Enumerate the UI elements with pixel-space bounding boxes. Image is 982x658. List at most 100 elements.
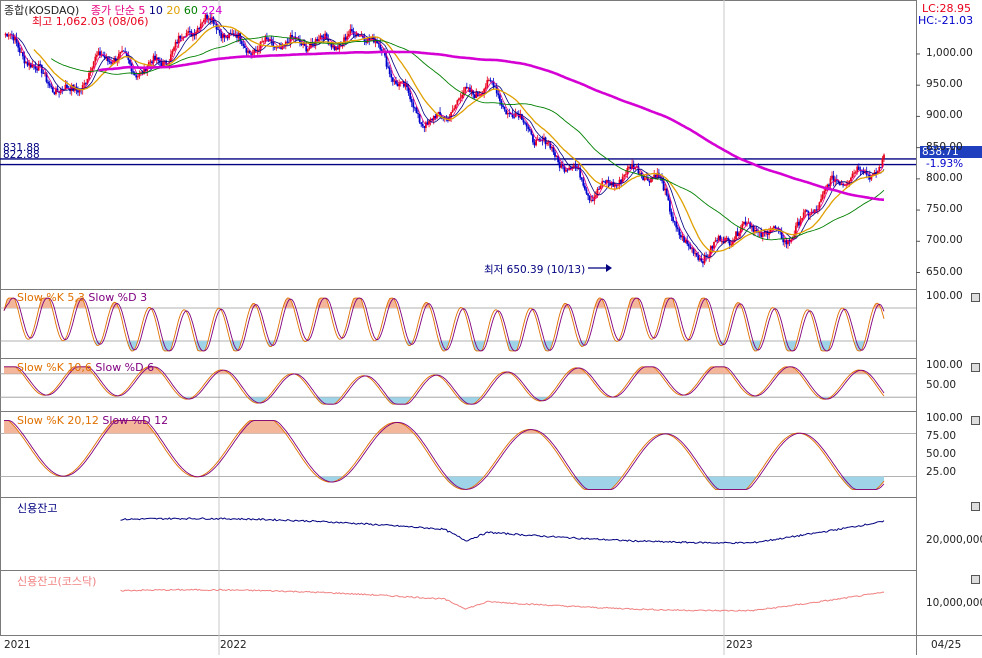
candle-body: [595, 195, 597, 197]
candle-body: [20, 52, 23, 54]
price-tick-label: 1,000.00: [926, 46, 973, 59]
candle-body: [669, 200, 671, 212]
ma-periods: 5 10 20 60 224: [138, 4, 222, 17]
candle-body: [220, 32, 223, 39]
ma-period-224: 224: [197, 4, 223, 17]
candle-body: [44, 72, 46, 74]
close-icon[interactable]: [971, 363, 980, 372]
candle-body: [453, 108, 456, 110]
candle-body: [489, 79, 492, 81]
candle-body: [623, 174, 626, 177]
candle-body: [251, 53, 254, 55]
x-label-last: 04/25: [931, 639, 962, 651]
candle-body: [264, 37, 267, 42]
candle-body: [92, 61, 95, 68]
candle-body: [108, 61, 111, 63]
candle-body: [629, 166, 632, 170]
close-icon[interactable]: [971, 416, 980, 425]
candle-body: [308, 47, 311, 50]
panel-border: [0, 0, 917, 290]
candle-body: [23, 56, 26, 64]
candle-body: [546, 142, 549, 145]
candle-body: [391, 77, 394, 82]
candle-body: [842, 184, 844, 186]
candle-body: [867, 174, 870, 176]
candle-body: [524, 122, 526, 124]
candle-body: [495, 87, 498, 94]
candle-body: [180, 37, 183, 39]
hc-label: HC:-21.03: [918, 14, 974, 27]
candle-body: [451, 109, 454, 113]
candle-body: [39, 64, 42, 65]
candle-body: [398, 83, 401, 87]
candle-body: [99, 51, 101, 56]
ma-period-20: 20: [162, 4, 181, 17]
candle-body: [506, 112, 509, 115]
candle-body: [454, 104, 457, 109]
candle-body: [801, 217, 804, 221]
candle-body: [587, 193, 589, 196]
candle-body: [550, 146, 553, 149]
candle-body: [484, 86, 487, 89]
candle-body: [461, 94, 464, 98]
indicator-tick-label: 100.00: [926, 412, 963, 424]
candle-body: [823, 190, 826, 195]
candle-body: [853, 172, 855, 174]
candle-body: [883, 154, 885, 159]
candle-body: [77, 90, 79, 93]
candle-body: [670, 211, 673, 217]
candle-body: [533, 142, 536, 146]
candle-body: [782, 239, 785, 243]
candle-body: [47, 81, 49, 84]
candle-body: [417, 112, 419, 115]
high-note: 최고 1,062.03 (08/06): [32, 15, 149, 28]
candle-body: [51, 87, 54, 93]
indicator-tick-label: 25.00: [926, 466, 957, 478]
candle-body: [680, 235, 682, 238]
candle-body: [624, 174, 627, 176]
candle-body: [794, 225, 797, 234]
candle-body: [66, 84, 68, 88]
candle-body: [628, 166, 630, 168]
candle-body: [698, 258, 701, 260]
candle-body: [566, 169, 569, 171]
candle-body: [277, 47, 279, 49]
candle-body: [410, 99, 413, 103]
candle-body: [286, 41, 289, 43]
ind1-label: Slow %K 5,3 Slow %D 3: [17, 291, 147, 304]
candle-body: [502, 105, 504, 107]
osc-oversold-fill: [4, 397, 884, 405]
candle-body: [354, 34, 356, 36]
candle-body: [572, 165, 575, 168]
candle-body: [687, 244, 690, 247]
candle-body: [7, 35, 10, 37]
candle-body: [735, 231, 737, 240]
candle-body: [413, 107, 416, 109]
candle-body: [418, 114, 421, 123]
ind2-label: Slow %K 10,6 Slow %D 6: [17, 361, 154, 374]
candle-body: [421, 124, 424, 126]
candle-body: [694, 252, 696, 254]
candle-body: [347, 33, 350, 37]
change-pct: -1.93%: [926, 158, 964, 170]
candle-body: [179, 35, 182, 39]
candle-body: [588, 195, 591, 201]
ind5-label: 신용잔고(코스닥): [17, 575, 97, 588]
candle-body: [217, 29, 219, 31]
chart-canvas[interactable]: [0, 0, 982, 655]
close-icon[interactable]: [971, 293, 980, 302]
candle-body: [332, 45, 334, 48]
close-icon[interactable]: [971, 502, 980, 511]
candle-body: [802, 212, 805, 218]
candle-body: [716, 240, 719, 242]
candle-body: [672, 216, 674, 222]
candle-body: [558, 162, 561, 168]
candle-body: [459, 97, 462, 99]
close-icon[interactable]: [971, 575, 980, 584]
candle-body: [783, 240, 786, 243]
candle-body: [358, 35, 361, 37]
candle-body: [188, 31, 191, 32]
candle-body: [717, 235, 720, 241]
candle-body: [262, 41, 265, 42]
candle-body: [412, 102, 415, 108]
